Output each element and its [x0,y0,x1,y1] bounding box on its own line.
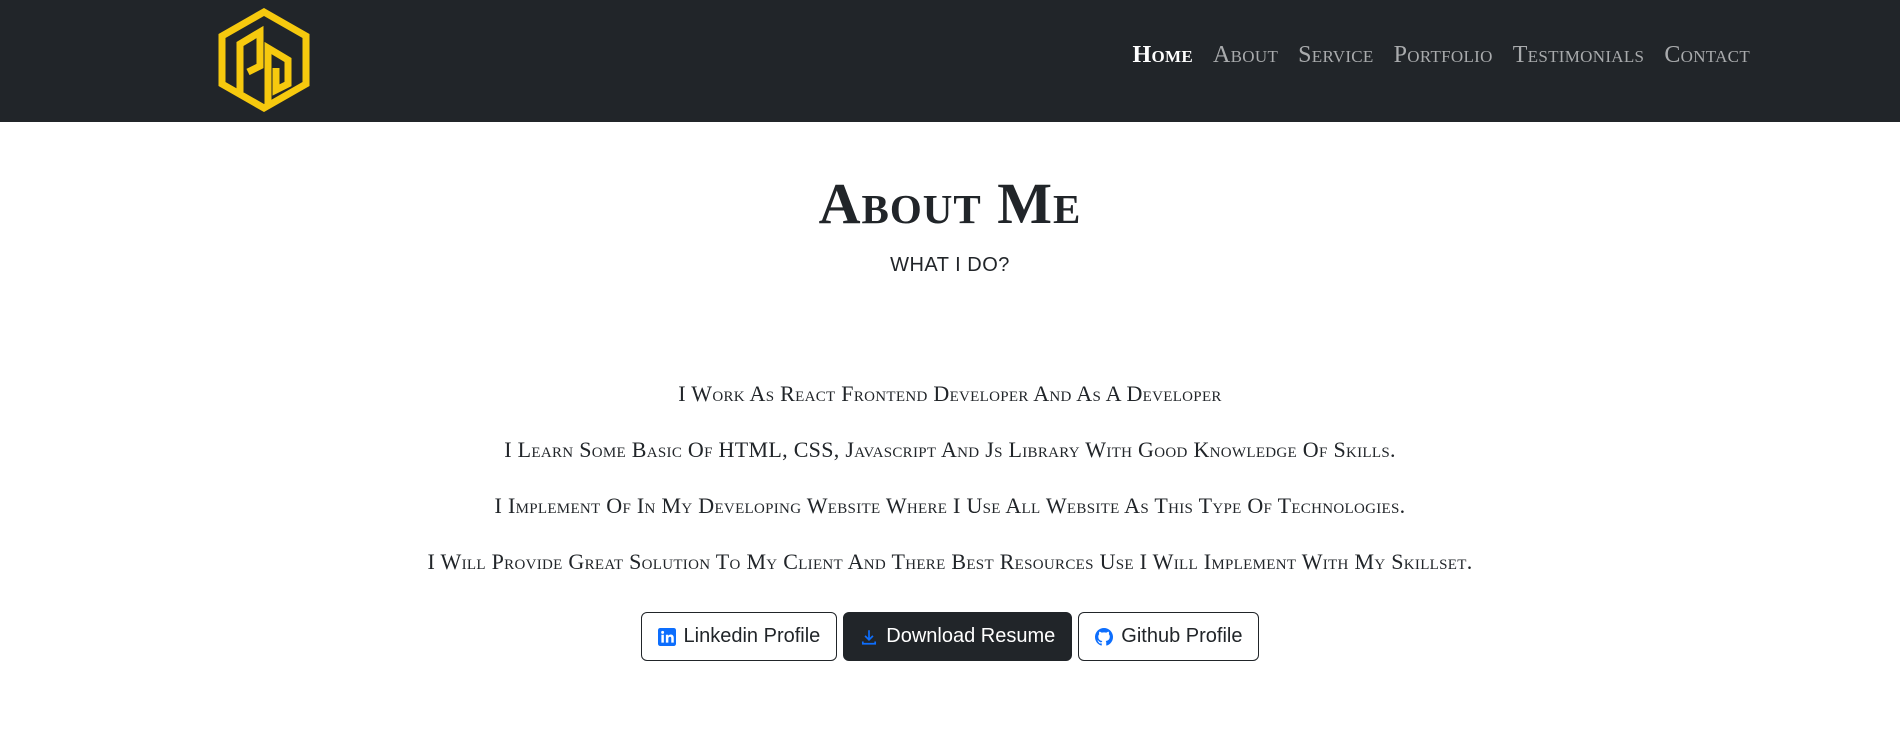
github-profile-button[interactable]: Github Profile [1078,612,1260,661]
about-paragraph: I Will Provide Great Solution To My Clie… [427,549,1473,574]
linkedin-icon [657,627,676,646]
nav-about[interactable]: About [1213,42,1278,69]
about-paragraph: I Work As React Frontend Developer And A… [678,381,1222,406]
navbar: Home About Service Portfolio Testimonial… [0,0,1900,122]
about-paragraph: I Implement Of In My Developing Website … [494,493,1406,518]
nav-service[interactable]: Service [1298,42,1373,69]
about-paragraph: I Learn Some Basic Of HTML, CSS, Javascr… [504,437,1396,462]
about-section: About Me WHAT I DO? I Work As React Fron… [0,122,1900,737]
nav-contact[interactable]: Contact [1664,42,1750,69]
nav-testimonials[interactable]: Testimonials [1513,42,1645,69]
pd-logo-icon[interactable] [218,7,310,113]
about-paragraphs: I Work As React Frontend Developer And A… [0,380,1900,604]
linkedin-button-label: Linkedin Profile [683,625,821,647]
resume-button-label: Download Resume [886,625,1056,647]
nav-home[interactable]: Home [1133,42,1193,69]
page-title: About Me [818,171,1082,236]
nav-links: Home About Service Portfolio Testimonial… [1133,42,1750,69]
profile-buttons: Linkedin Profile Download Resume Github … [0,612,1900,661]
download-resume-button[interactable]: Download Resume [843,612,1073,661]
linkedin-profile-button[interactable]: Linkedin Profile [640,612,838,661]
github-icon [1095,627,1114,646]
nav-portfolio[interactable]: Portfolio [1394,42,1493,69]
github-button-label: Github Profile [1121,625,1243,647]
download-icon [860,628,878,646]
page-subtitle: WHAT I DO? [890,254,1010,276]
